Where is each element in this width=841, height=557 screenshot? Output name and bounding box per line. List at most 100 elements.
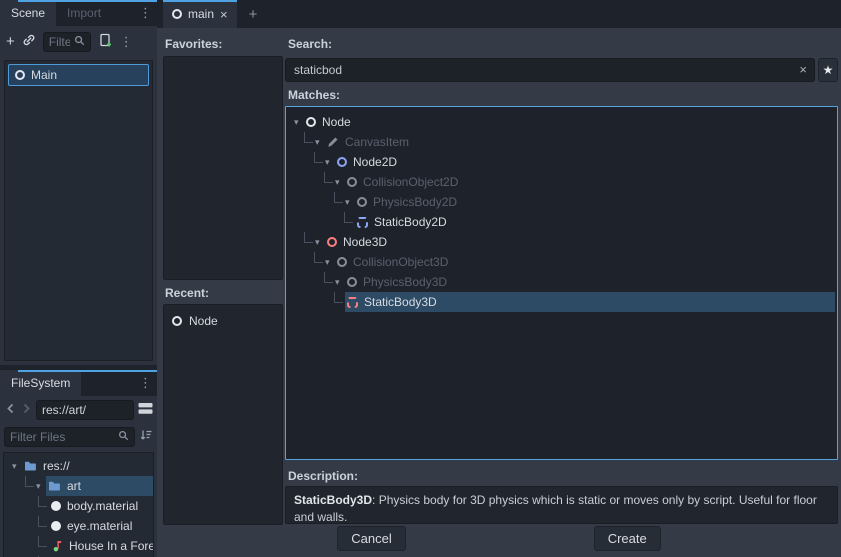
description-box: StaticBody3D: Physics body for 3D physic… [285,486,838,524]
clear-search-icon[interactable]: × [799,62,807,77]
scene-dock-menu-icon[interactable]: ⋮ [139,5,152,21]
scene-tree-row-main[interactable]: Main [8,64,149,86]
filesystem-path-input[interactable] [36,400,134,420]
tree-row-staticbody2d[interactable]: StaticBody2D [288,212,835,232]
tab-import-label: Import [67,6,101,20]
recent-item-node[interactable]: Node [164,310,282,331]
chevron-down-icon[interactable]: ▾ [325,258,335,267]
tree-row-eye-material[interactable]: eye.material [4,516,153,536]
scene-dock-tabbar: Scene Import ⋮ [0,0,157,26]
tree-guide-line [304,132,313,143]
scene-toolbar: + ⋮ [0,26,157,57]
tree-row-label: House In a Forest Lo [69,539,153,553]
tree-row-physicsbody2d[interactable]: ▾PhysicsBody2D [288,192,835,212]
filesystem-menu-icon[interactable]: ⋮ [139,375,152,391]
tree-row-body: StaticBody3D [345,292,835,312]
tree-row-label: art [67,479,81,493]
tree-row-body-material[interactable]: body.material [4,496,153,516]
node-search-field[interactable] [286,59,814,81]
tree-guide-line [324,272,333,283]
forward-icon[interactable] [20,403,32,417]
tree-row-body: body.material [49,496,153,516]
attach-script-icon[interactable] [98,33,113,51]
chevron-down-icon[interactable]: ▾ [345,198,355,207]
tree-row-node3d[interactable]: ▾Node3D [288,232,835,252]
tree-row-label: CollisionObject3D [353,255,448,269]
tree-guide-line [314,152,323,163]
node-icon [337,257,347,267]
tree-guide-line [314,252,323,263]
recent-panel: Node [163,304,283,525]
tab-import[interactable]: Import [56,0,112,26]
filesystem-dock: FileSystem ⋮ [0,370,157,557]
tree-row-collisionobject2d[interactable]: ▾CollisionObject2D [288,172,835,192]
chevron-down-icon[interactable]: ▾ [335,278,345,287]
new-scene-tab-button[interactable]: + [249,6,258,23]
favorites-label: Favorites: [165,37,222,51]
star-icon: ★ [823,63,834,77]
folder-icon [48,480,61,492]
filesystem-tree: ▾res://▾artbody.materialeye.materialHous… [3,452,154,557]
chevron-down-icon[interactable]: ▾ [315,138,325,147]
tree-row-body: StaticBody2D [355,212,835,232]
filesystem-filter-input[interactable] [4,427,135,447]
tree-row-label: Node2D [353,155,397,169]
chevron-down-icon[interactable]: ▾ [325,158,335,167]
tree-row-house-in-a-forest-lo[interactable]: House In a Forest Lo [4,536,153,556]
node-icon [172,316,182,326]
tree-row-canvasitem[interactable]: ▾CanvasItem [288,132,835,152]
create-button[interactable]: Create [594,526,661,551]
tree-row-node2d[interactable]: ▾ Node2D [288,152,835,172]
search-icon [74,35,85,49]
node-icon [306,117,316,127]
tree-row-staticbody3d[interactable]: StaticBody3D [288,292,835,312]
description-text: : Physics body for 3D physics which is s… [294,493,817,524]
tree-row-label: StaticBody3D [364,295,437,309]
scene-tab-main[interactable]: main × [163,0,237,28]
back-icon[interactable] [4,403,16,417]
split-mode-icon[interactable] [138,402,153,418]
chevron-down-icon[interactable]: ▾ [315,238,325,247]
scene-tree: Main [4,60,153,361]
description-term: StaticBody3D [294,493,372,507]
tab-scene[interactable]: Scene [0,0,56,26]
chevron-down-icon[interactable]: ▾ [335,178,345,187]
filesystem-filter-field[interactable] [10,430,114,444]
scene-toolbar-menu-icon[interactable]: ⋮ [120,34,133,50]
node2d-icon [337,157,347,167]
tree-row-body: CollisionObject2D [345,172,835,192]
tree-row-collisionobject3d[interactable]: ▾ CollisionObject3D [288,252,835,272]
material-icon [51,521,61,531]
favorite-star-button[interactable]: ★ [818,58,838,82]
filesystem-path-field[interactable] [42,403,128,417]
audio-file-icon [51,540,63,552]
description-label: Description: [288,469,358,483]
tree-row-body: CanvasItem [325,132,835,152]
tree-guide-line [324,172,333,183]
favorites-panel[interactable] [163,56,283,280]
tree-row-res-[interactable]: ▾res:// [4,456,153,476]
tab-scene-label: Scene [11,6,45,20]
cancel-button[interactable]: Cancel [337,526,405,551]
tree-row-art[interactable]: ▾ art [4,476,153,496]
sort-icon[interactable] [139,429,153,444]
filesystem-filter-row [0,424,157,449]
tab-filesystem[interactable]: FileSystem [0,370,81,396]
create-node-dialog: Favorites: Recent: Node Search: × ★ Matc… [157,28,841,557]
tree-row-body: Node3D [325,232,835,252]
tree-guide-line [334,192,343,203]
chevron-down-icon[interactable]: ▾ [294,118,304,127]
add-node-button[interactable]: + [6,34,15,49]
scene-filter-field[interactable] [49,35,70,49]
node-search-input[interactable]: × [285,58,815,82]
chevron-down-icon[interactable]: ▾ [36,482,46,491]
scene-filter-input[interactable] [43,32,91,52]
close-icon[interactable]: × [220,7,228,22]
tree-guide-line [304,232,313,243]
tree-row-label: eye.material [67,519,132,533]
search-label: Search: [288,37,332,51]
chevron-down-icon[interactable]: ▾ [12,462,22,471]
tree-row-node[interactable]: ▾Node [288,112,835,132]
tree-row-physicsbody3d[interactable]: ▾PhysicsBody3D [288,272,835,292]
instance-scene-icon[interactable] [22,33,36,50]
